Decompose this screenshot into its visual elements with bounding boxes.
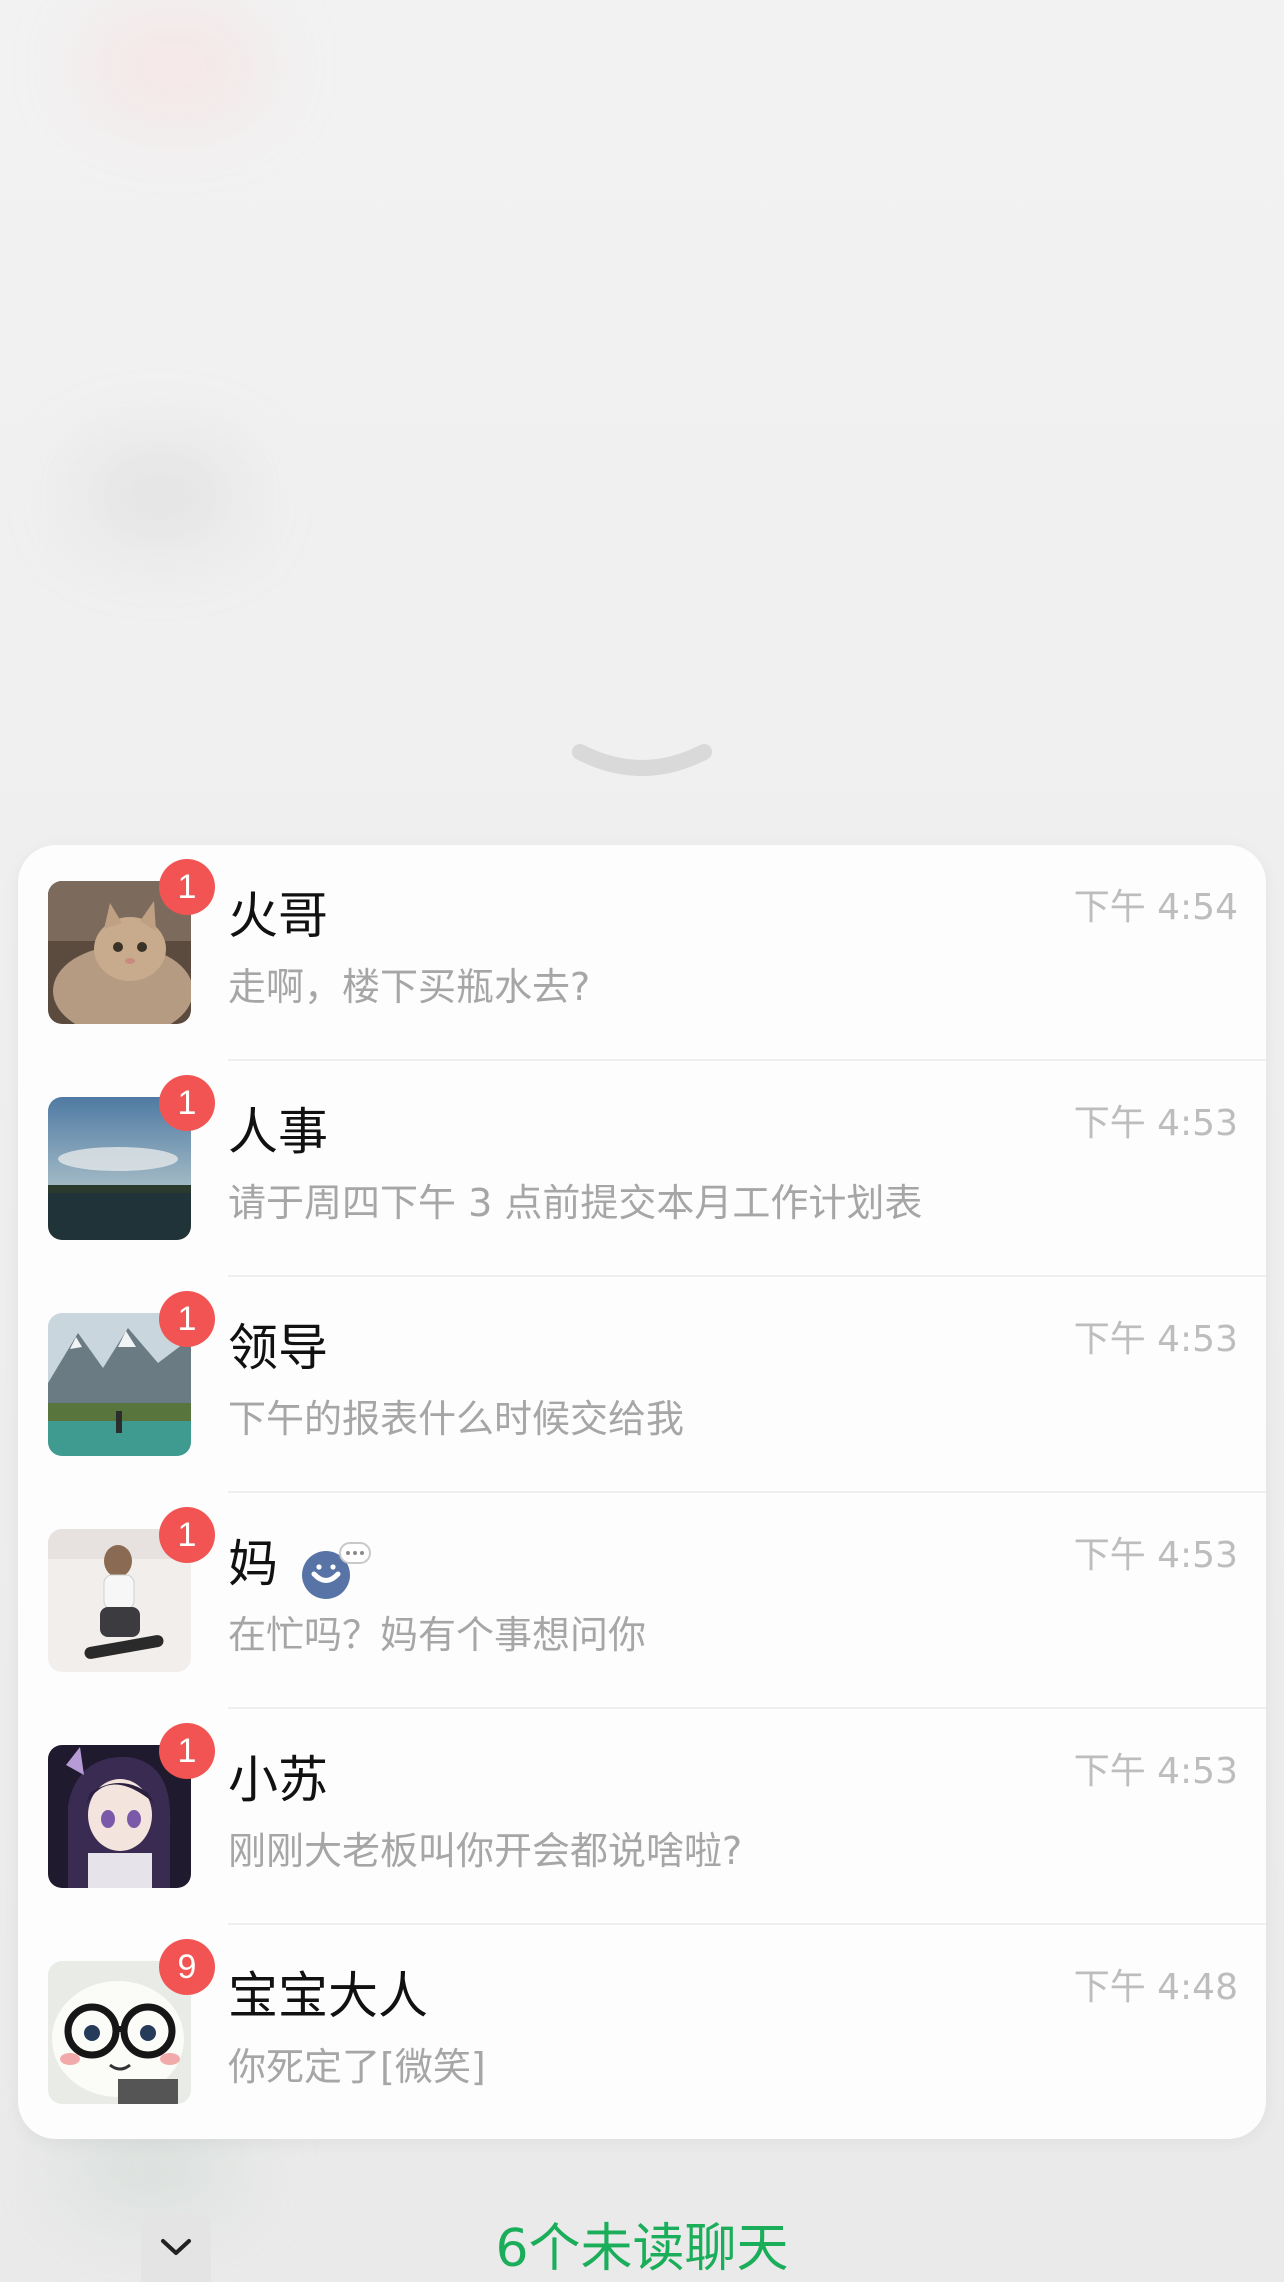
chat-row[interactable]: 1 小苏 刚刚大老板叫你开会都说啥啦? 下午 4:53 [18, 1709, 1266, 1925]
message-time: 下午 4:54 [1073, 887, 1238, 928]
message-preview: 在忙吗？妈有个事想问你 [228, 1613, 647, 1657]
message-time: 下午 4:53 [1073, 1319, 1238, 1360]
background-blur [80, 450, 240, 540]
contact-name: 火哥 [228, 887, 328, 945]
background-blur [90, 20, 260, 110]
chat-row[interactable]: 9 宝宝大人 你死定了[微笑] 下午 4:48 [18, 1925, 1266, 2139]
contact-name: 宝宝大人 [228, 1967, 428, 2025]
message-preview: 请于周四下午 3 点前提交本月工作计划表 [228, 1181, 923, 1225]
contact-name: 人事 [228, 1103, 328, 1161]
message-time: 下午 4:53 [1073, 1103, 1238, 1144]
unread-badge: 1 [159, 1291, 215, 1347]
message-time: 下午 4:53 [1073, 1535, 1238, 1576]
collapse-chevron-icon[interactable] [572, 742, 712, 786]
unread-badge: 1 [159, 1075, 215, 1131]
unread-badge: 1 [159, 1507, 215, 1563]
message-time: 下午 4:53 [1073, 1751, 1238, 1792]
unread-chats-panel: 1 火哥 走啊，楼下买瓶水去? 下午 4:54 1 人事 请于周四下午 3 点前… [18, 845, 1266, 2139]
contact-name: 妈 [228, 1535, 278, 1593]
chat-row[interactable]: 1 人事 请于周四下午 3 点前提交本月工作计划表 下午 4:53 [18, 1061, 1266, 1277]
chat-row[interactable]: 1 领导 下午的报表什么时候交给我 下午 4:53 [18, 1277, 1266, 1493]
unread-badge: 1 [159, 1723, 215, 1779]
message-time: 下午 4:48 [1073, 1967, 1238, 2008]
message-preview: 下午的报表什么时候交给我 [228, 1397, 685, 1441]
chat-row[interactable]: 1 火哥 走啊，楼下买瓶水去? 下午 4:54 [18, 845, 1266, 1061]
smile-chat-icon [302, 1542, 371, 1599]
contact-name: 领导 [228, 1319, 328, 1377]
message-preview: 刚刚大老板叫你开会都说啥啦? [228, 1829, 743, 1873]
unread-badge: 1 [159, 859, 215, 915]
chat-row[interactable]: 1 妈 在忙吗？妈有个事想问你 下午 4:53 [18, 1493, 1266, 1709]
message-preview: 走啊，楼下买瓶水去? [228, 965, 591, 1009]
message-preview: 你死定了[微笑] [228, 2045, 486, 2089]
unread-badge: 9 [159, 1939, 215, 1995]
contact-name: 小苏 [228, 1751, 328, 1809]
unread-chats-label[interactable]: 6个未读聊天 [0, 2218, 1284, 2280]
